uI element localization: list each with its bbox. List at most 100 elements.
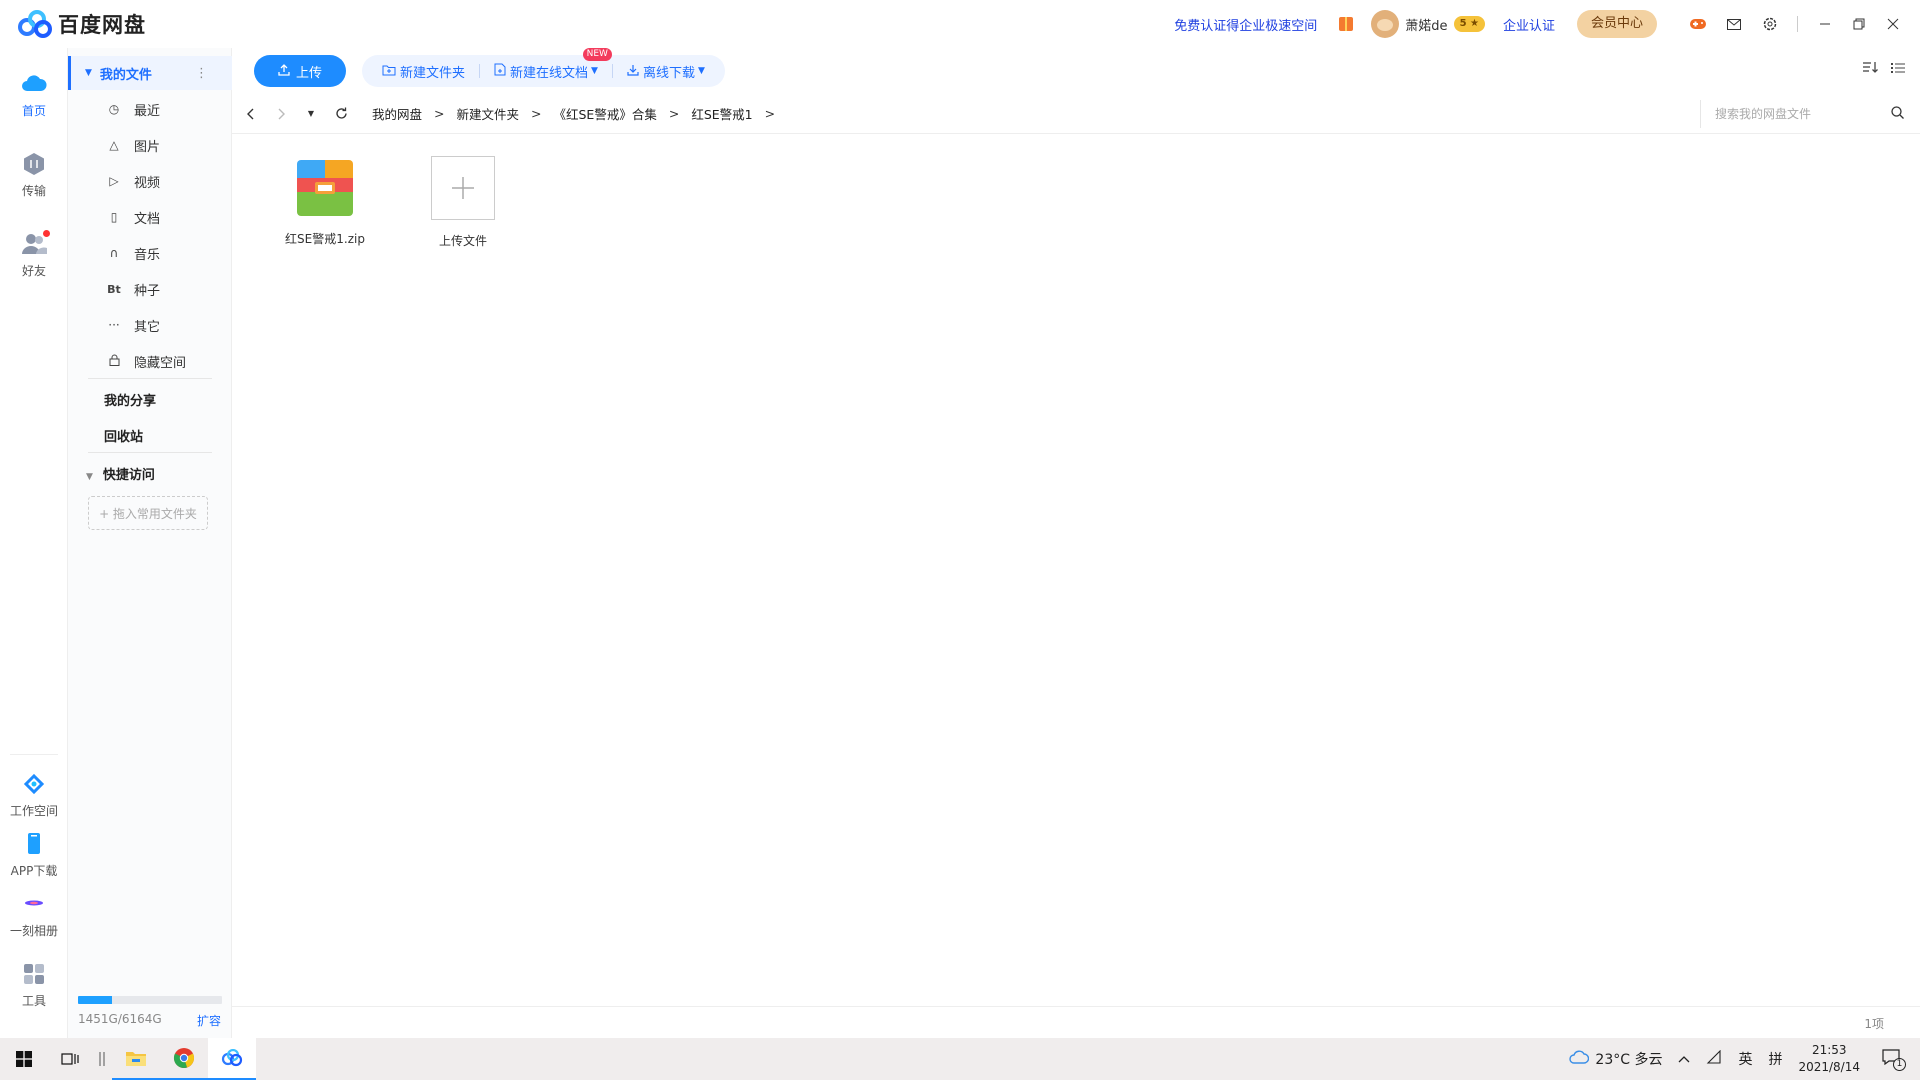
headphone-icon: ∩ bbox=[109, 246, 119, 260]
system-tray: 23°C 多云 英 拼 21:53 2021/8/14 1 bbox=[1569, 1038, 1920, 1080]
sidebar-item-documents[interactable]: ▯ 文档 bbox=[68, 202, 232, 232]
taskbar-divider-icon bbox=[92, 1038, 112, 1080]
rail-item-app-download[interactable]: APP下载 bbox=[0, 830, 68, 879]
sidebar-item-hidden-space[interactable]: 隐藏空间 bbox=[68, 346, 232, 376]
sidebar-item-other[interactable]: ··· 其它 bbox=[68, 310, 232, 340]
windows-taskbar: 23°C 多云 英 拼 21:53 2021/8/14 1 bbox=[0, 1038, 1920, 1080]
breadcrumb-item[interactable]: 新建文件夹 bbox=[457, 104, 520, 123]
new-folder-label: 新建文件夹 bbox=[400, 65, 466, 81]
system-clock[interactable]: 21:53 2021/8/14 bbox=[1798, 1042, 1860, 1076]
rail-item-home[interactable]: 首页 bbox=[0, 70, 68, 119]
item-count: 1项 bbox=[1864, 1017, 1884, 1031]
sidebar-item-label: 图片 bbox=[134, 139, 161, 155]
rail-label: 好友 bbox=[21, 264, 46, 278]
divider bbox=[1797, 16, 1798, 32]
mail-icon[interactable] bbox=[1725, 15, 1743, 33]
expand-storage-link[interactable]: 扩容 bbox=[197, 1012, 221, 1029]
minimize-button[interactable] bbox=[1812, 15, 1838, 33]
sidebar-header-label: 我的文件 bbox=[99, 67, 152, 83]
chevron-up-icon[interactable] bbox=[1678, 1051, 1690, 1067]
breadcrumb-item[interactable]: 红SE警戒1 bbox=[691, 104, 752, 123]
level-badge[interactable]: 5 ★ bbox=[1453, 16, 1485, 32]
caret-down-icon: ▼ bbox=[85, 68, 92, 78]
search-icon[interactable] bbox=[1891, 106, 1904, 123]
avatar[interactable] bbox=[1371, 10, 1400, 38]
rail-label: 首页 bbox=[21, 104, 46, 118]
offline-download-button[interactable]: 离线下载 ▼ bbox=[619, 62, 713, 81]
windows-start-icon[interactable] bbox=[0, 1038, 48, 1080]
chrome-icon[interactable] bbox=[160, 1038, 208, 1080]
status-footer: 1项 bbox=[232, 1006, 1920, 1038]
more-vertical-icon[interactable]: ⋮ bbox=[195, 66, 208, 81]
enterprise-promo-link[interactable]: 免费认证得企业极速空间 bbox=[1174, 15, 1317, 34]
notification-center-icon[interactable]: 1 bbox=[1882, 1049, 1906, 1071]
chevron-down-icon: ▼ bbox=[697, 66, 705, 76]
file-name: 上传文件 bbox=[438, 234, 487, 248]
upload-button[interactable]: 上传 bbox=[254, 55, 346, 87]
list-view-icon[interactable] bbox=[1888, 60, 1908, 80]
sidebar-item-videos[interactable]: ▷ 视频 bbox=[68, 166, 232, 196]
download-icon bbox=[627, 64, 639, 79]
breadcrumb: 我的网盘 > 新建文件夹 > 《红SE警戒》合集 > 红SE警戒1 > bbox=[372, 104, 787, 123]
restore-button[interactable] bbox=[1846, 15, 1872, 33]
baidu-netdisk-logo-icon bbox=[18, 10, 54, 38]
quick-access-drop-zone[interactable]: + 拖入常用文件夹 bbox=[88, 496, 208, 530]
breadcrumb-separator[interactable]: > bbox=[765, 106, 775, 121]
breadcrumb-item[interactable]: 《红SE警戒》合集 bbox=[554, 104, 657, 123]
search-input[interactable] bbox=[1715, 107, 1875, 121]
close-button[interactable] bbox=[1880, 15, 1906, 33]
toolbar: 上传 新建文件夹 新建在线文档 ▼ NEW 离线下载 ▼ bbox=[232, 47, 1920, 94]
divider bbox=[88, 452, 212, 453]
rail-item-friends[interactable]: 好友 bbox=[0, 230, 68, 279]
sidebar-item-label: 其它 bbox=[134, 319, 161, 335]
upload-file-tile[interactable]: 上传文件 bbox=[408, 156, 518, 249]
rail-label: 工具 bbox=[21, 994, 46, 1008]
quick-access-label: 快捷访问 bbox=[102, 468, 155, 483]
breadcrumb-separator: > bbox=[531, 106, 542, 121]
weather-text[interactable]: 23°C 多云 bbox=[1595, 1049, 1662, 1069]
sidebar-item-recent[interactable]: ◷ 最近 bbox=[68, 94, 232, 124]
input-language[interactable]: 英 bbox=[1738, 1049, 1752, 1069]
breadcrumb-item[interactable]: 我的网盘 bbox=[372, 104, 422, 123]
sort-icon[interactable] bbox=[1860, 60, 1880, 80]
sidebar-item-torrents[interactable]: Bt 种子 bbox=[68, 274, 232, 304]
settings-icon[interactable] bbox=[1761, 15, 1779, 33]
sidebar-item-my-share[interactable]: 我的分享 bbox=[104, 390, 156, 409]
task-view-icon[interactable] bbox=[48, 1038, 92, 1080]
weather-icon[interactable] bbox=[1569, 1050, 1590, 1068]
new-folder-button[interactable]: 新建文件夹 bbox=[374, 62, 473, 81]
quick-access-header[interactable]: ▼ 快捷访问 bbox=[86, 464, 155, 483]
tools-icon bbox=[20, 960, 48, 988]
document-icon: ▯ bbox=[110, 210, 118, 224]
file-explorer-icon[interactable] bbox=[112, 1038, 160, 1080]
sidebar-item-images[interactable]: △ 图片 bbox=[68, 130, 232, 160]
file-item[interactable]: 红SE警戒1.zip bbox=[270, 160, 380, 247]
sidebar-item-my-files[interactable]: ▼ 我的文件 ⋮ bbox=[68, 56, 232, 90]
cloud-icon bbox=[20, 70, 48, 98]
clock-icon: ◷ bbox=[108, 102, 120, 116]
breadcrumb-separator: > bbox=[434, 106, 445, 121]
rail-item-album[interactable]: 一刻相册 bbox=[0, 890, 68, 939]
caret-down-icon: ▼ bbox=[86, 472, 93, 482]
game-icon[interactable] bbox=[1689, 15, 1707, 33]
rail-item-workspace[interactable]: 工作空间 bbox=[0, 770, 68, 819]
enterprise-cert-link[interactable]: 企业认证 bbox=[1503, 15, 1555, 34]
back-button[interactable] bbox=[240, 103, 262, 125]
history-dropdown[interactable]: ▼ bbox=[300, 103, 322, 125]
refresh-button[interactable] bbox=[330, 103, 352, 125]
rail-item-transfer[interactable]: 传输 bbox=[0, 150, 68, 199]
title-bar: 百度网盘 免费认证得企业极速空间 萧婼de 5 ★ 企业认证 会员中心 bbox=[0, 0, 1920, 48]
vip-center-button[interactable]: 会员中心 bbox=[1576, 10, 1657, 38]
divider bbox=[88, 378, 212, 379]
new-online-doc-button[interactable]: 新建在线文档 ▼ NEW bbox=[486, 47, 612, 81]
rail-label: 传输 bbox=[21, 184, 46, 198]
rail-item-tools[interactable]: 工具 bbox=[0, 960, 68, 1009]
gift-icon[interactable] bbox=[1339, 17, 1354, 31]
username[interactable]: 萧婼de bbox=[1405, 15, 1447, 34]
sidebar-item-music[interactable]: ∩ 音乐 bbox=[68, 238, 232, 268]
input-mode[interactable]: 拼 bbox=[1768, 1049, 1782, 1069]
sidebar-item-recycle-bin[interactable]: 回收站 bbox=[104, 426, 143, 445]
baidu-netdisk-taskbar-icon[interactable] bbox=[208, 1038, 256, 1080]
network-icon[interactable] bbox=[1706, 1049, 1722, 1068]
forward-button[interactable] bbox=[270, 103, 292, 125]
